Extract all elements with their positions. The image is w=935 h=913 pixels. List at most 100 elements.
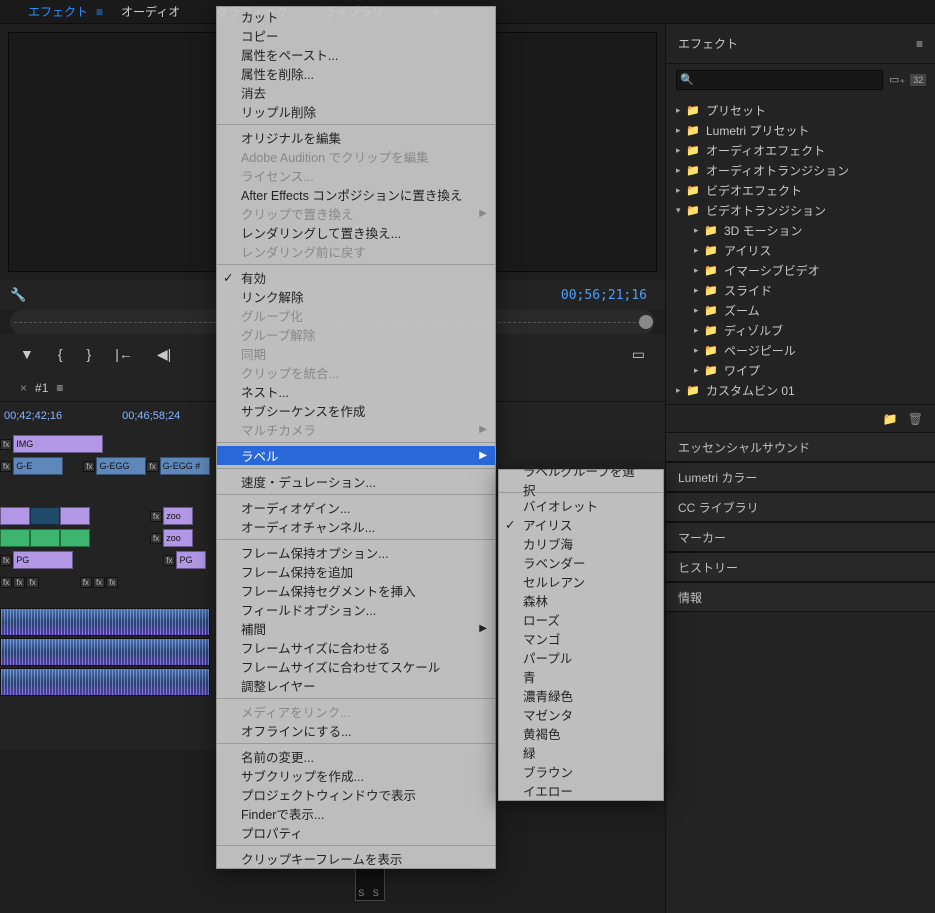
menu-item-color[interactable]: カリブ海 (499, 534, 663, 553)
clip-ge[interactable]: G-E (13, 457, 63, 475)
chevron-icon[interactable] (676, 105, 686, 116)
tree-folder[interactable]: 📁ビデオトランジション (666, 200, 935, 220)
clip-img[interactable]: IMG (13, 435, 103, 453)
chevron-icon[interactable] (676, 145, 686, 156)
clip-gegg-hash[interactable]: G-EGG # (160, 457, 210, 475)
chevron-icon[interactable] (694, 245, 704, 256)
delete-icon[interactable]: 🗑 (908, 412, 923, 426)
yuv-badge-icon[interactable]: 32 (909, 73, 927, 87)
clip-pg[interactable]: PG (13, 551, 73, 569)
menu-item-color[interactable]: 森林 (499, 591, 663, 610)
menu-item[interactable]: 属性をペースト... (217, 45, 495, 64)
sequence-menu-icon[interactable]: ≡ (56, 381, 63, 395)
menu-item-color[interactable]: ✓アイリス (499, 515, 663, 534)
clip-zoo[interactable]: zoo (163, 507, 193, 525)
menu-item[interactable]: フレームサイズに合わせる (217, 638, 495, 657)
menu-item-color[interactable]: 緑 (499, 743, 663, 762)
menu-item[interactable]: 消去 (217, 83, 495, 102)
panel-menu-icon[interactable]: ≡ (916, 37, 923, 51)
menu-item[interactable]: カット (217, 7, 495, 26)
collapsed-panel[interactable]: CC ライブラリ (666, 492, 935, 522)
tree-subfolder[interactable]: 📁アイリス (666, 240, 935, 260)
menu-item[interactable]: レンダリングして置き換え... (217, 223, 495, 242)
chevron-icon[interactable] (694, 305, 704, 316)
tree-folder[interactable]: 📁オーディオエフェクト (666, 140, 935, 160)
menu-item-color[interactable]: マゼンタ (499, 705, 663, 724)
tree-subfolder[interactable]: 📁ズーム (666, 300, 935, 320)
audio-clip[interactable] (0, 668, 210, 696)
menu-item[interactable]: ラベル▶ (217, 446, 495, 465)
menu-item[interactable]: 属性を削除... (217, 64, 495, 83)
tree-subfolder[interactable]: 📁ワイプ (666, 360, 935, 380)
clip-gegg[interactable]: G-EGG (96, 457, 146, 475)
collapsed-panel[interactable]: エッセンシャルサウンド (666, 432, 935, 462)
tree-folder[interactable]: 📁カスタムビン 01 (666, 380, 935, 400)
tab-effects[interactable]: エフェクト (10, 3, 106, 20)
menu-item[interactable]: オリジナルを編集 (217, 128, 495, 147)
go-to-in-button[interactable]: |← (115, 346, 133, 362)
audio-clip[interactable] (0, 638, 210, 666)
menu-item[interactable]: クリップキーフレームを表示 (217, 849, 495, 868)
menu-item[interactable]: ラベルグループを選択 (499, 470, 663, 489)
menu-item-color[interactable]: 黄褐色 (499, 724, 663, 743)
menu-item[interactable]: フィールドオプション... (217, 600, 495, 619)
tree-subfolder[interactable]: 📁イマーシブビデオ (666, 260, 935, 280)
menu-item[interactable]: Finderで表示... (217, 804, 495, 823)
menu-item[interactable]: ✓有効 (217, 268, 495, 287)
menu-item[interactable]: オフラインにする... (217, 721, 495, 740)
collapsed-panel[interactable]: Lumetri カラー (666, 462, 935, 492)
tree-folder[interactable]: 📁オーディオトランジション (666, 160, 935, 180)
safe-margins-icon[interactable]: ▭ (632, 346, 645, 363)
new-folder-icon[interactable]: 📁 (883, 412, 898, 426)
collapsed-panel[interactable]: ヒストリー (666, 552, 935, 582)
chevron-icon[interactable] (694, 265, 704, 276)
collapsed-panel[interactable]: マーカー (666, 522, 935, 552)
clip-zoo[interactable]: zoo (163, 529, 193, 547)
menu-item-color[interactable]: ブラウン (499, 762, 663, 781)
menu-item[interactable]: フレームサイズに合わせてスケール (217, 657, 495, 676)
clip-generic[interactable] (60, 507, 90, 525)
sequence-tab-name[interactable]: #1 (35, 381, 48, 395)
menu-item[interactable]: サブシーケンスを作成 (217, 401, 495, 420)
collapsed-panel[interactable]: 情報 (666, 582, 935, 612)
menu-item[interactable]: After Effects コンポジションに置き換え (217, 185, 495, 204)
tree-subfolder[interactable]: 📁ディゾルブ (666, 320, 935, 340)
menu-item-color[interactable]: ローズ (499, 610, 663, 629)
sequence-close-icon[interactable]: × (20, 381, 27, 395)
effects-search-input[interactable] (676, 70, 883, 90)
menu-item[interactable]: プロパティ (217, 823, 495, 842)
chevron-icon[interactable] (676, 385, 686, 396)
menu-item[interactable]: コピー (217, 26, 495, 45)
menu-item[interactable]: リンク解除 (217, 287, 495, 306)
menu-item-color[interactable]: パープル (499, 648, 663, 667)
menu-item[interactable]: フレーム保持オプション... (217, 543, 495, 562)
menu-item-color[interactable]: イエロー (499, 781, 663, 800)
menu-item-color[interactable]: セルレアン (499, 572, 663, 591)
tab-menu-icon[interactable]: ≡ (96, 5, 103, 19)
tree-subfolder[interactable]: 📁3D モーション (666, 220, 935, 240)
chevron-icon[interactable] (694, 225, 704, 236)
chevron-icon[interactable] (694, 365, 704, 376)
tree-subfolder[interactable]: 📁スライド (666, 280, 935, 300)
chevron-icon[interactable] (676, 185, 686, 196)
menu-item-color[interactable]: ラベンダー (499, 553, 663, 572)
tab-audio[interactable]: オーディオ (103, 3, 198, 20)
marker-button[interactable]: ▼ (20, 346, 34, 362)
chevron-icon[interactable] (676, 205, 686, 216)
chevron-icon[interactable] (694, 325, 704, 336)
tree-folder[interactable]: 📁ビデオエフェクト (666, 180, 935, 200)
scrubber-end-handle[interactable] (639, 315, 653, 329)
menu-item[interactable]: ネスト... (217, 382, 495, 401)
menu-item[interactable]: フレーム保持セグメントを挿入 (217, 581, 495, 600)
chevron-icon[interactable] (694, 285, 704, 296)
menu-item[interactable]: 調整レイヤー (217, 676, 495, 695)
clip-pg2[interactable]: PG (176, 551, 206, 569)
audio-clip[interactable] (0, 608, 210, 636)
new-bin-icon[interactable]: ▭₊ (889, 73, 905, 87)
clip-generic[interactable] (0, 507, 30, 525)
menu-item-color[interactable]: マンゴ (499, 629, 663, 648)
clip-generic[interactable] (30, 507, 60, 525)
menu-item[interactable]: 速度・デュレーション... (217, 472, 495, 491)
clip-generic[interactable] (30, 529, 60, 547)
out-point-button[interactable]: } (87, 346, 92, 362)
